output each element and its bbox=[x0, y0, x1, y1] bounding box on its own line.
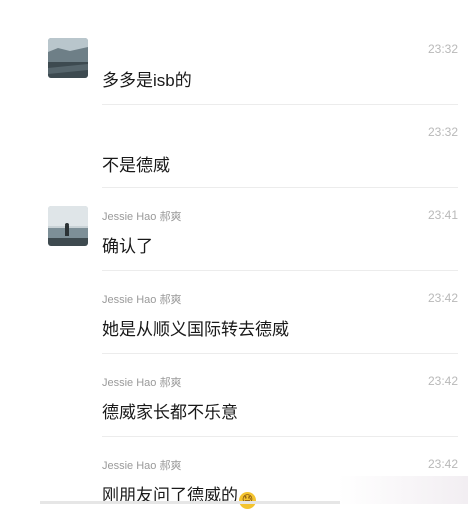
landscape-avatar-icon bbox=[48, 38, 88, 78]
message-text[interactable]: 她是从顺义国际转去德威 bbox=[102, 315, 289, 340]
message-item[interactable]: 23:32 不是德威 bbox=[0, 105, 468, 187]
sender-name[interactable]: Jessie Hao 郝爽 bbox=[102, 291, 181, 307]
message-time: 23:32 bbox=[427, 125, 458, 139]
message-time: 23:41 bbox=[427, 208, 458, 222]
message-text[interactable]: 确认了 bbox=[102, 232, 153, 257]
sender-name[interactable]: Jessie Hao 郝爽 bbox=[102, 208, 181, 224]
bottom-fade bbox=[338, 476, 468, 504]
message-text[interactable]: 不是德威 bbox=[102, 151, 170, 176]
message-time: 23:42 bbox=[427, 374, 458, 388]
avatar[interactable] bbox=[48, 206, 88, 246]
message-text[interactable]: 刚朋友问了德威的 😓 bbox=[102, 481, 256, 509]
message-time: 23:32 bbox=[427, 42, 458, 56]
avatar[interactable] bbox=[48, 38, 88, 78]
message-item[interactable]: Jessie Hao 郝爽 23:42 德威家长都不乐意 bbox=[0, 354, 468, 436]
message-text[interactable]: 多多是isb的 bbox=[102, 66, 192, 91]
message-item[interactable]: Jessie Hao 郝爽 23:41 确认了 bbox=[0, 188, 468, 270]
message-text[interactable]: 德威家长都不乐意 bbox=[102, 398, 238, 423]
message-item[interactable]: Jessie Hao 郝爽 23:42 她是从顺义国际转去德威 bbox=[0, 271, 468, 353]
message-time: 23:42 bbox=[427, 457, 458, 471]
sender-name[interactable]: Jessie Hao 郝爽 bbox=[102, 457, 181, 473]
sender-name[interactable]: Jessie Hao 郝爽 bbox=[102, 374, 181, 390]
message-item[interactable]: 23:32 多多是isb的 bbox=[0, 0, 468, 104]
person-avatar-icon bbox=[48, 206, 88, 246]
message-time: 23:42 bbox=[427, 291, 458, 305]
chat-history-list: 23:32 多多是isb的 23:32 不是德威 Jessie Hao 郝爽 2… bbox=[0, 0, 468, 509]
